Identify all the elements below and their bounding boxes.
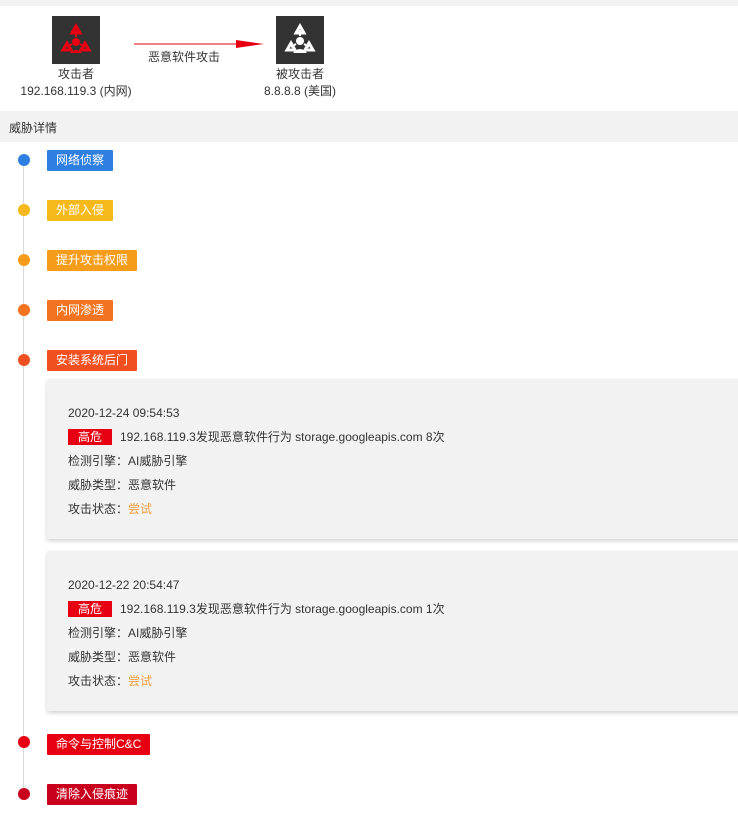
event-engine-row: 检测引擎：AI威胁引擎 bbox=[68, 625, 187, 641]
stage-dot bbox=[18, 304, 30, 316]
engine-label: 检测引擎： bbox=[68, 454, 129, 468]
type-label: 威胁类型： bbox=[68, 478, 129, 492]
stage-recon[interactable]: 网络侦察 bbox=[47, 150, 114, 171]
event-card: 2020-12-24 09:54:53 高危 192.168.119.3发现恶意软… bbox=[47, 379, 738, 539]
section-title: 威胁详情 bbox=[9, 121, 58, 135]
attacker-role: 攻击者 bbox=[57, 67, 94, 81]
engine-value: AI威胁引擎 bbox=[128, 454, 188, 468]
event-engine-row: 检测引擎：AI威胁引擎 bbox=[68, 453, 187, 469]
event-status-row: 攻击状态：尝试 bbox=[68, 501, 152, 517]
victim-address: 8.8.8.8 (美国) bbox=[263, 84, 337, 98]
event-time: 2020-12-22 20:54:47 bbox=[68, 578, 180, 592]
severity-badge: 高危 bbox=[68, 601, 112, 617]
stage-dot bbox=[18, 154, 30, 166]
attacker-address: 192.168.119.3 (内网) bbox=[20, 84, 132, 98]
biohazard-icon bbox=[52, 16, 100, 64]
event-type-row: 威胁类型：恶意软件 bbox=[68, 477, 176, 493]
stage-dot bbox=[18, 254, 30, 266]
status-label: 攻击状态： bbox=[68, 502, 129, 516]
event-summary: 192.168.119.3发现恶意软件行为 storage.googleapis… bbox=[120, 430, 445, 444]
status-value: 尝试 bbox=[128, 502, 153, 516]
stage-dot bbox=[18, 788, 30, 800]
status-label: 攻击状态： bbox=[68, 674, 129, 688]
event-summary: 192.168.119.3发现恶意软件行为 storage.googleapis… bbox=[120, 602, 445, 616]
event-summary-row: 高危 192.168.119.3发现恶意软件行为 storage.googleap… bbox=[68, 429, 445, 445]
attacker-node[interactable]: 攻击者 192.168.119.3 (内网) bbox=[0, 16, 152, 100]
event-summary-row: 高危 192.168.119.3发现恶意软件行为 storage.googleap… bbox=[68, 601, 445, 617]
event-card: 2020-12-22 20:54:47 高危 192.168.119.3发现恶意软… bbox=[47, 551, 738, 711]
event-type-row: 威胁类型：恶意软件 bbox=[68, 649, 176, 665]
stage-dot bbox=[18, 354, 30, 366]
stage-backdoor[interactable]: 安装系统后门 bbox=[47, 350, 138, 371]
stage-dot bbox=[18, 204, 30, 216]
stage-cleanup[interactable]: 清除入侵痕迹 bbox=[47, 784, 138, 805]
severity-badge: 高危 bbox=[68, 429, 112, 445]
type-value: 恶意软件 bbox=[128, 478, 177, 492]
attack-type-label: 恶意软件攻击 bbox=[147, 50, 220, 64]
stage-privilege-escalation[interactable]: 提升攻击权限 bbox=[47, 250, 138, 271]
engine-label: 检测引擎： bbox=[68, 626, 129, 640]
victim-role: 被攻击者 bbox=[275, 67, 324, 81]
victim-node[interactable]: 被攻击者 8.8.8.8 (美国) bbox=[238, 16, 362, 100]
threat-details-header: 威胁详情 bbox=[0, 111, 738, 142]
top-strip bbox=[0, 0, 738, 6]
stage-intrusion[interactable]: 外部入侵 bbox=[47, 200, 114, 221]
event-status-row: 攻击状态：尝试 bbox=[68, 673, 152, 689]
stage-command-control[interactable]: 命令与控制C&C bbox=[47, 734, 151, 755]
status-value: 尝试 bbox=[128, 674, 153, 688]
stage-lateral-movement[interactable]: 内网渗透 bbox=[47, 300, 114, 321]
type-label: 威胁类型： bbox=[68, 650, 129, 664]
event-time: 2020-12-24 09:54:53 bbox=[68, 406, 180, 420]
type-value: 恶意软件 bbox=[128, 650, 177, 664]
person-triangle-icon bbox=[276, 16, 324, 64]
stage-dot bbox=[18, 736, 30, 748]
engine-value: AI威胁引擎 bbox=[128, 626, 188, 640]
